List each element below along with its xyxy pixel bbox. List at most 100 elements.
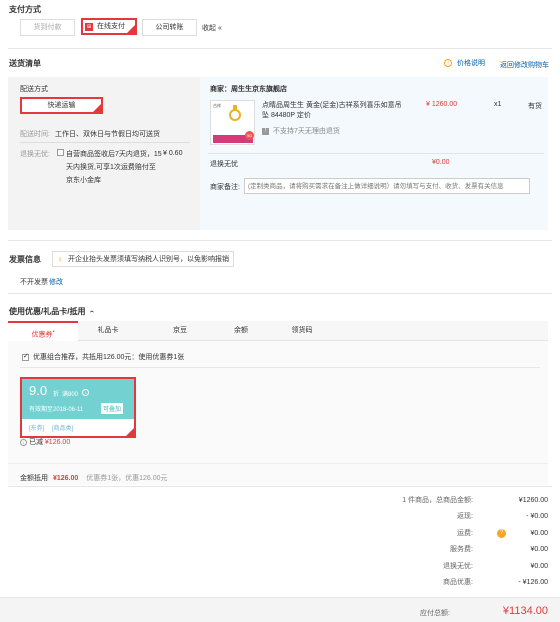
ship-express-button[interactable]: 快递运输 bbox=[20, 97, 109, 114]
summary-label: 退换无忧: bbox=[443, 563, 473, 570]
summary-value: ¥0.00 bbox=[530, 546, 548, 553]
coupon-expire: 有效期至2018-06-11 bbox=[29, 407, 84, 413]
return-price: ¥ 0.60 bbox=[163, 150, 183, 157]
pendant-loop bbox=[233, 105, 237, 110]
summary-row-cashback: 返现: - ¥0.00 bbox=[380, 511, 548, 523]
ship-express-label: 快递运输 bbox=[47, 102, 76, 109]
pendant-shape bbox=[229, 109, 241, 121]
summary-row-shipping: 运费: ? ¥0.00 bbox=[380, 528, 548, 540]
return-text: 自营商品签收后7天内退货，15天内换货,可享1次运费赔付至京东小金库 bbox=[66, 151, 162, 184]
divider bbox=[8, 48, 552, 49]
no-return-note: ! 不支持7天无理由退货 bbox=[262, 126, 340, 136]
price-note-link[interactable]: i 价格说明 bbox=[444, 58, 485, 68]
coupon-section-title[interactable]: 使用优惠/礼品卡/抵用 › bbox=[9, 306, 96, 317]
pay-total-label: 应付总额: bbox=[420, 610, 450, 617]
back-to-cart-link[interactable]: 返回修改购物车 bbox=[500, 60, 549, 70]
product-image[interactable]: 古祥 9G bbox=[210, 100, 255, 145]
product-image-badge: 9G bbox=[245, 131, 254, 140]
deduction-label: 金额抵用 bbox=[20, 475, 48, 482]
summary-label: 商品优惠: bbox=[443, 579, 473, 586]
invoice-modify-link[interactable]: 修改 bbox=[49, 277, 63, 287]
tab-giftcard[interactable]: 礼品卡 bbox=[78, 321, 138, 341]
product-image-caption: 古祥 bbox=[213, 103, 221, 108]
summary-label: 服务费: bbox=[450, 546, 473, 553]
tab-jingdou[interactable]: 京豆 bbox=[150, 321, 210, 341]
summary-value: ¥1260.00 bbox=[518, 497, 548, 504]
divider bbox=[20, 142, 190, 143]
product-stock: 有货 bbox=[528, 103, 542, 110]
divider bbox=[8, 486, 552, 487]
coupon-card[interactable]: 9.0 折 满800 i 有效期至2018-06-11 可叠加 [东券] [商品… bbox=[20, 377, 142, 438]
coupon-tag-jd: [东券] bbox=[29, 426, 45, 432]
price-note-label: 价格说明 bbox=[456, 60, 485, 67]
coupon-unit: 折 bbox=[53, 392, 60, 398]
ship-time-label: 配送时间: bbox=[20, 131, 50, 138]
summary-value: ¥0.00 bbox=[530, 563, 548, 570]
coupon-used-label: 已减 bbox=[28, 439, 43, 446]
info-icon: i bbox=[20, 438, 27, 446]
pay-online-button[interactable]: ⊞ 在线支付 bbox=[81, 18, 143, 35]
delivery-title: 送货清单 bbox=[9, 59, 41, 68]
pay-transfer-button[interactable]: 公司转账 bbox=[142, 19, 197, 36]
chevron-up-icon: › bbox=[86, 310, 96, 313]
invoice-tip: ♀ 开企业抬头发票须填写纳税人识别号，以免影响报销 bbox=[52, 251, 234, 267]
tab-badge: • bbox=[52, 329, 55, 335]
summary-value: - ¥0.00 bbox=[526, 513, 548, 520]
shop-return-label: 退换无忧 bbox=[210, 161, 238, 168]
invoice-tip-text: 开企业抬头发票须填写纳税人识别号，以免影响报销 bbox=[68, 256, 229, 263]
return-label: 退换无忧: bbox=[20, 151, 50, 158]
ship-time-value: 工作日、双休日与节假日均可送货 bbox=[55, 131, 160, 138]
tab-balance[interactable]: 余额 bbox=[211, 321, 271, 341]
divider bbox=[8, 463, 548, 464]
combo-recommend[interactable]: 优惠组合推荐，共抵用126.00元：使用优惠券1张 bbox=[22, 352, 184, 362]
shop-return-price: ¥0.00 bbox=[432, 159, 450, 166]
pay-cod-button[interactable]: 货到付款 bbox=[20, 19, 75, 36]
remark-label: 商家备注: bbox=[210, 184, 240, 191]
coupon-tabs: 优惠券• 礼品卡 京豆 余额 领货码 bbox=[8, 321, 548, 341]
selected-check-icon bbox=[127, 21, 143, 34]
deduction-summary: 金额抵用 ¥126.00 优惠券1张，优惠126.00元 bbox=[20, 473, 168, 483]
invoice-value: 不开发票 bbox=[20, 279, 48, 286]
product-title-link[interactable]: 点睛品周生生 黄金(足金)古祥系列喜乐如意吊坠 84480P 定价 bbox=[262, 101, 402, 121]
product-quantity: x1 bbox=[494, 101, 502, 108]
lightbulb-icon: ♀ bbox=[57, 255, 63, 264]
summary-row-service: 服务费: ¥0.00 bbox=[380, 544, 548, 556]
product-price: ¥ 1260.00 bbox=[426, 101, 458, 108]
pay-total-bar: 应付总额: ¥1134.00 bbox=[0, 597, 560, 622]
invoice-title: 发票信息 bbox=[9, 255, 41, 264]
summary-label: 运费: bbox=[457, 530, 473, 537]
summary-value: ¥0.00 bbox=[530, 530, 548, 537]
pay-total-amount: ¥1134.00 bbox=[502, 605, 548, 617]
combo-checkbox[interactable] bbox=[22, 352, 29, 361]
coupon-amount: 9.0 bbox=[29, 383, 48, 398]
selected-check-icon bbox=[126, 428, 142, 437]
divider bbox=[8, 240, 552, 241]
remark-input[interactable] bbox=[244, 178, 530, 194]
combo-label: 优惠组合推荐，共抵用126.00元：使用优惠券1张 bbox=[32, 354, 185, 361]
deduction-detail: 优惠券1张，优惠126.00元 bbox=[86, 475, 168, 482]
pay-online-label: 在线支付 bbox=[97, 23, 125, 30]
no-return-label: 不支持7天无理由退货 bbox=[272, 128, 340, 135]
tab-coupon[interactable]: 优惠券• bbox=[8, 321, 78, 341]
deduction-amount: ¥126.00 bbox=[52, 475, 79, 482]
info-icon: i bbox=[444, 59, 452, 68]
coupon-used-info: i 已减 ¥126.00 bbox=[20, 437, 70, 447]
return-checkbox[interactable] bbox=[57, 149, 64, 156]
coupon-condition: 满800 bbox=[62, 392, 79, 398]
selected-check-icon bbox=[93, 100, 109, 113]
coupon-used-amount: ¥126.00 bbox=[44, 439, 71, 446]
payment-collapse-link[interactable]: 收起 « bbox=[202, 23, 222, 33]
merchant-name: 商家：周生生京东旗舰店 bbox=[210, 86, 287, 93]
summary-value: - ¥126.00 bbox=[518, 579, 548, 586]
warning-icon: ! bbox=[262, 127, 269, 135]
summary-row-total: 1 件商品，总商品金额: ¥1260.00 bbox=[380, 495, 548, 507]
divider bbox=[208, 153, 544, 154]
summary-row-discount: 商品优惠: - ¥126.00 bbox=[380, 577, 548, 589]
payment-title: 支付方式 bbox=[9, 5, 41, 14]
info-icon: i bbox=[82, 389, 89, 396]
divider bbox=[20, 367, 540, 368]
summary-row-return: 退换无忧: ¥0.00 bbox=[380, 561, 548, 573]
tab-pickup-code[interactable]: 领货码 bbox=[272, 321, 332, 341]
ship-method-label: 配送方式 bbox=[20, 86, 48, 93]
help-icon[interactable]: ? bbox=[497, 529, 506, 538]
